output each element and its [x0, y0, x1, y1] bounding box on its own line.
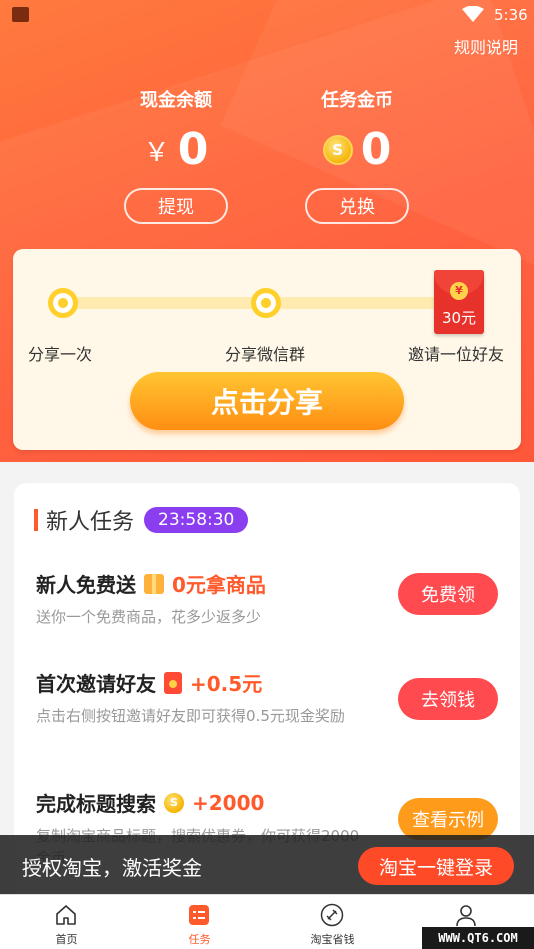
coin-icon: S: [322, 135, 353, 165]
task-item: 首次邀请好友 +0.5元 点击右侧按钮邀请好友即可获得0.5元现金奖励 去领钱: [36, 668, 506, 727]
exchange-button[interactable]: 兑换: [305, 188, 409, 224]
task-reward: +0.5元: [190, 672, 263, 696]
task-description: 点击右侧按钮邀请好友即可获得0.5元现金奖励: [36, 707, 345, 725]
home-icon: [56, 905, 76, 925]
task-title: 新人免费送: [36, 573, 136, 597]
tab-label: 任务: [188, 933, 211, 946]
auth-banner-text: 授权淘宝，激活奖金: [22, 856, 202, 880]
task-title: 首次邀请好友: [36, 672, 156, 696]
view-example-button[interactable]: 查看示例: [398, 798, 498, 840]
gift-icon: [144, 573, 164, 594]
tab-home[interactable]: 首页: [0, 895, 133, 949]
step-label: 分享微信群: [225, 345, 306, 364]
profile-icon: [456, 905, 476, 927]
tab-label: 首页: [55, 933, 78, 946]
red-packet-reward-icon: ¥ 30元: [434, 270, 484, 334]
step-label: 邀请一位好友: [408, 345, 505, 364]
currency-symbol: ￥: [143, 137, 170, 168]
accent-bar: [34, 509, 38, 531]
step-dot-2: [251, 288, 281, 318]
coins-amount: S 0: [257, 126, 457, 174]
watermark: WWW.QT6.COM: [422, 927, 534, 949]
coins-label: 任务金币: [321, 90, 393, 111]
free-claim-button[interactable]: 免费领: [398, 573, 498, 615]
cash-value: 0: [177, 124, 209, 175]
claim-cash-button[interactable]: 去领钱: [398, 678, 498, 720]
wifi-icon: [462, 6, 484, 22]
step-dot-1: [48, 288, 78, 318]
withdraw-button[interactable]: 提现: [124, 188, 228, 224]
red-packet-icon: [164, 671, 182, 694]
task-item: 新人免费送 0元拿商品 送你一个免费商品，花多少返多少 免费领: [36, 569, 506, 628]
reward-symbol: ¥: [450, 282, 468, 300]
task-description: 送你一个免费商品，花多少返多少: [36, 608, 262, 626]
tasks-title: 新人任务: [46, 510, 135, 535]
share-button[interactable]: 点击分享: [130, 372, 404, 430]
coins-panel: 任务金币 S 0 兑换: [257, 86, 457, 224]
task-reward: 0元拿商品: [172, 573, 266, 597]
cash-label: 现金余额: [140, 90, 212, 111]
step-label: 分享一次: [28, 345, 93, 364]
task-icon: [189, 905, 209, 925]
task-reward: +2000: [192, 790, 265, 815]
hero-section: 5:36 规则说明 现金余额 ￥ 0 提现 任务金币 S 0 兑换 ¥ 30元 …: [0, 0, 534, 462]
rules-link[interactable]: 规则说明: [454, 34, 518, 58]
taobao-login-button[interactable]: 淘宝一键登录: [358, 847, 514, 885]
share-progress-card: ¥ 30元 分享一次 分享微信群 邀请一位好友 点击分享: [13, 249, 521, 450]
coin-icon: S: [164, 792, 184, 813]
reward-value: 30元: [441, 309, 477, 327]
tab-tasks[interactable]: 任务: [133, 895, 266, 949]
status-time: 5:36: [494, 6, 528, 24]
link-icon: [320, 903, 344, 927]
tasks-header: 新人任务 23:58:30: [34, 507, 249, 535]
status-bar: 5:36: [0, 0, 534, 30]
tab-taobao-savings[interactable]: 淘宝省钱: [266, 895, 399, 949]
auth-banner: 授权淘宝，激活奖金 淘宝一键登录: [0, 835, 534, 894]
shopping-bag-icon: [12, 7, 29, 22]
cash-balance-panel: 现金余额 ￥ 0 提现: [76, 86, 276, 224]
countdown-badge: 23:58:30: [144, 507, 249, 533]
tab-label: 淘宝省钱: [310, 933, 355, 946]
coins-value: 0: [360, 124, 392, 175]
cash-amount: ￥ 0: [76, 126, 276, 174]
task-title: 完成标题搜索: [36, 792, 156, 816]
